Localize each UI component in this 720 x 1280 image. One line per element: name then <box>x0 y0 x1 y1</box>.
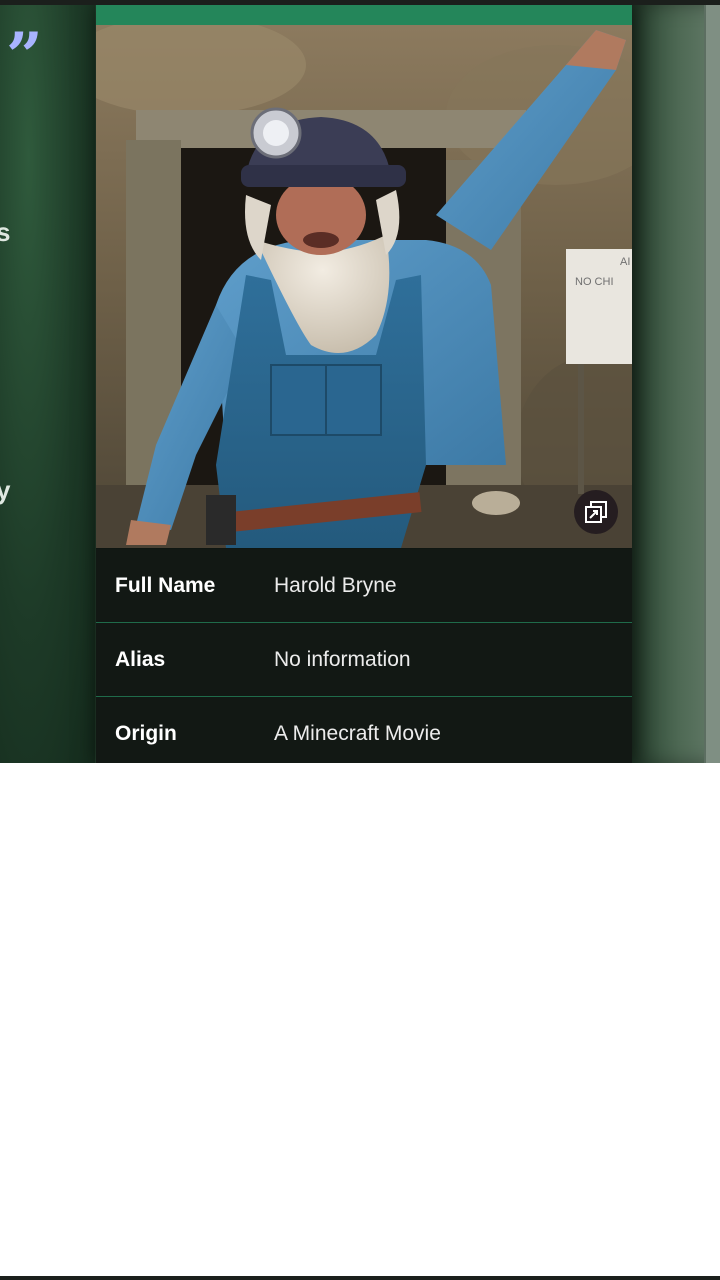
character-infobox: AI NO CHI Full Name Harold Bryne Alias N… <box>96 5 632 763</box>
cropped-text-fragment: s <box>0 217 11 247</box>
content-area: ” s y AI NO CHI Full Name Harold Bryne A… <box>0 5 720 763</box>
info-row-alias: Alias No information <box>96 622 632 696</box>
character-photo-image: AI NO CHI <box>96 25 632 548</box>
sign-text: AI <box>620 256 630 268</box>
info-row-origin: Origin A Minecraft Movie <box>96 696 632 763</box>
bottom-border <box>0 1276 720 1280</box>
infobox-header-bar <box>96 5 632 25</box>
info-value: No information <box>274 647 411 671</box>
info-label: Origin <box>115 721 177 745</box>
previous-slide-panel[interactable]: ” s y <box>0 5 95 763</box>
quote-icon: ” <box>6 19 43 94</box>
sign-text: NO CHI <box>575 276 614 288</box>
info-table: Full Name Harold Bryne Alias No informat… <box>96 548 632 763</box>
scroll-edge <box>704 5 720 763</box>
cropped-text-fragment: y <box>0 475 11 505</box>
info-value: Harold Bryne <box>274 573 397 597</box>
info-label: Alias <box>115 647 166 671</box>
gallery-button[interactable] <box>574 490 618 534</box>
info-value: A Minecraft Movie <box>274 721 441 745</box>
gallery-stack-icon <box>585 501 607 523</box>
info-row-full-name: Full Name Harold Bryne <box>96 548 632 622</box>
character-photo[interactable]: AI NO CHI <box>96 25 632 548</box>
info-label: Full Name <box>115 573 216 597</box>
